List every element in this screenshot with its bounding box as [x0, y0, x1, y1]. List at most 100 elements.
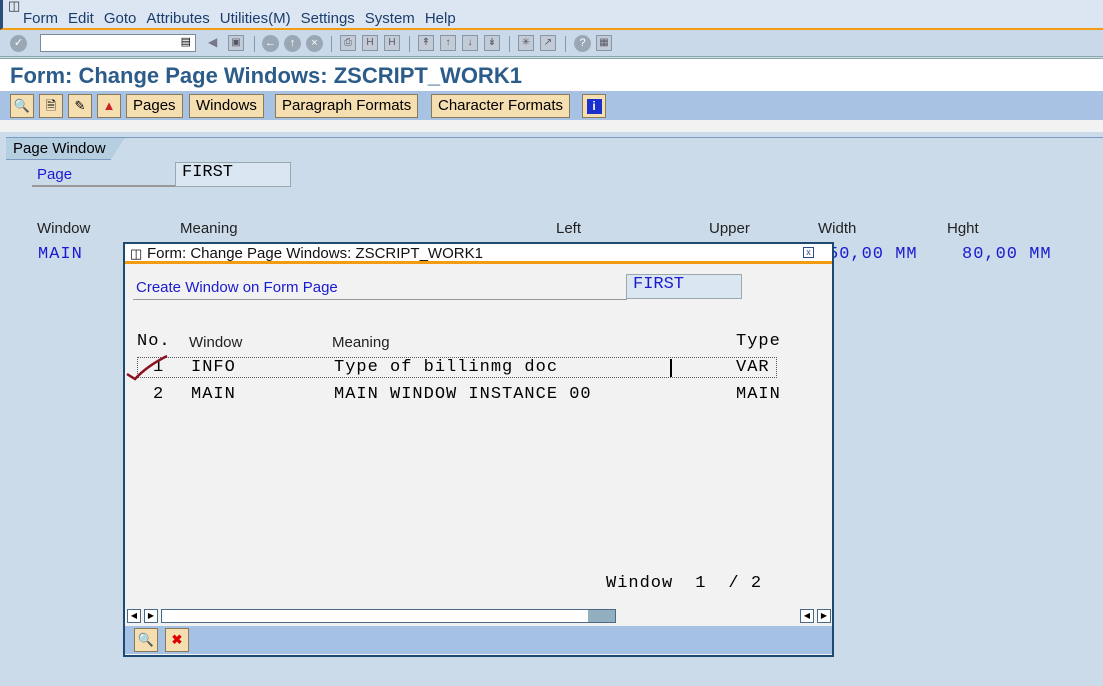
menu-goto[interactable]: Goto — [104, 10, 137, 27]
close-icon: ✖ — [171, 632, 183, 647]
shortcut-icon[interactable]: ↗ — [540, 35, 556, 51]
exit-icon[interactable]: ↑ — [284, 35, 301, 52]
layout-menu-icon[interactable]: ▦ — [596, 35, 612, 51]
edit-button[interactable]: ✎ — [68, 94, 92, 118]
col-window: Window — [37, 220, 91, 237]
magnifier-icon: 🔍 — [137, 632, 155, 647]
menu-help[interactable]: Help — [425, 10, 456, 27]
windows-button[interactable]: Windows — [189, 94, 264, 118]
find-next-icon[interactable]: H — [384, 35, 400, 51]
dialog-title: Form: Change Page Windows: ZSCRIPT_WORK1 — [147, 245, 483, 262]
pager: Window 1 / 2 — [606, 574, 762, 593]
window-icon: ◫ — [130, 246, 143, 261]
row-width[interactable]: 50,00 MM — [832, 245, 918, 264]
divider — [0, 120, 1103, 132]
scroll-right-icon[interactable]: ▶ — [817, 609, 831, 623]
menu-system[interactable]: System — [365, 10, 415, 27]
first-page-icon[interactable]: ↟ — [418, 35, 434, 51]
pager-label: Window — [606, 574, 674, 593]
title-bar: Form: Change Page Windows: ZSCRIPT_WORK1 — [0, 58, 1103, 91]
display-change-button[interactable]: 🔍 — [10, 94, 34, 118]
header-button[interactable]: ▲ — [97, 94, 121, 118]
character-formats-button[interactable]: Character Formats — [431, 94, 571, 118]
cancel-button[interactable]: ✖ — [165, 628, 189, 652]
page-field[interactable]: FIRST — [175, 162, 291, 187]
info-button[interactable]: i — [582, 94, 606, 118]
scroll-left-icon[interactable]: ◀ — [800, 609, 814, 623]
find-icon[interactable]: H — [362, 35, 378, 51]
pager-total: / 2 — [728, 574, 763, 593]
system-menu-icon[interactable]: ◫ — [8, 0, 20, 14]
cancel-icon[interactable]: × — [306, 35, 323, 52]
col-window: Window — [189, 334, 243, 351]
col-width: Width — [818, 220, 857, 237]
paragraph-formats-button[interactable]: Paragraph Formats — [275, 94, 419, 118]
hat-icon: ▲ — [102, 98, 116, 113]
label-underline — [32, 185, 176, 187]
menu-attributes[interactable]: Attributes — [146, 10, 209, 27]
create-window-dialog: ◫ Form: Change Page Windows: ZSCRIPT_WOR… — [123, 242, 834, 657]
magnifier-icon: 🔍 — [13, 98, 31, 113]
text-cursor — [670, 359, 672, 377]
standard-toolbar: ✓ ▤ ◀ ▣ ← ↑ × ⎙ H H ↟ ↑ ↓ ↡ ✳ ↗ ? ▦ — [0, 30, 1103, 57]
separator — [565, 36, 566, 52]
help-icon[interactable]: ? — [574, 35, 591, 52]
dialog-footer-toolbar: 🔍 ✖ — [125, 626, 832, 654]
horizontal-scrollbar[interactable]: ◀ ▶ ◀ ▶ — [125, 608, 832, 624]
row-2-type[interactable]: MAIN — [736, 385, 781, 404]
row-1-type[interactable]: VAR — [736, 358, 770, 377]
col-no: No. — [137, 332, 171, 351]
separator — [409, 36, 410, 52]
scroll-track[interactable] — [161, 609, 616, 623]
menu-edit[interactable]: Edit — [68, 10, 94, 27]
scroll-left-icon[interactable]: ◀ — [127, 609, 141, 623]
pencil-icon: ✎ — [74, 98, 86, 113]
col-height: Hght — [947, 220, 979, 237]
command-history-icon[interactable]: ▤ — [181, 35, 191, 48]
separator — [331, 36, 332, 52]
dialog-page-field: FIRST — [626, 274, 742, 299]
pages-button[interactable]: Pages — [126, 94, 183, 118]
next-page-icon[interactable]: ↓ — [462, 35, 478, 51]
col-upper: Upper — [709, 220, 750, 237]
print-icon[interactable]: ⎙ — [340, 35, 356, 51]
application-toolbar: 🔍 🗎 ✎ ▲ Pages Windows Paragraph Formats … — [0, 91, 1103, 120]
menu-form[interactable]: Form — [23, 10, 58, 27]
row-2-meaning[interactable]: MAIN WINDOW INSTANCE 00 — [334, 385, 592, 404]
last-page-icon[interactable]: ↡ — [484, 35, 500, 51]
menu-utilities[interactable]: Utilities(M) — [220, 10, 291, 27]
scroll-right-icon[interactable]: ▶ — [144, 609, 158, 623]
back-icon[interactable]: ← — [262, 35, 279, 52]
row-1-meaning[interactable]: Type of billinmg doc — [334, 358, 558, 377]
menu-settings[interactable]: Settings — [301, 10, 355, 27]
enter-icon[interactable]: ✓ — [10, 35, 27, 52]
save-icon[interactable]: ▣ — [228, 35, 244, 51]
back-arrow-icon[interactable]: ◀ — [208, 35, 217, 49]
col-type: Type — [736, 332, 781, 351]
command-field[interactable]: ▤ — [40, 34, 196, 52]
menu-bar: ◫ Form Edit Goto Attributes Utilities(M)… — [0, 0, 1103, 30]
create-window-label: Create Window on Form Page — [136, 279, 338, 296]
info-icon: i — [586, 99, 602, 114]
previous-page-icon[interactable]: ↑ — [440, 35, 456, 51]
pager-current: 1 — [695, 574, 707, 593]
col-left: Left — [556, 220, 582, 237]
row-window[interactable]: MAIN — [38, 245, 83, 264]
row-2-no: 2 — [153, 385, 165, 404]
row-1-window[interactable]: INFO — [191, 358, 236, 377]
row-height[interactable]: 80,00 MM — [962, 245, 1052, 264]
close-icon[interactable]: x — [803, 247, 814, 258]
col-meaning: Meaning — [332, 334, 390, 351]
checkmark-annotation-icon — [126, 354, 168, 381]
label-underline — [133, 299, 627, 300]
col-meaning: Meaning — [180, 220, 238, 237]
create-session-icon[interactable]: ✳ — [518, 35, 534, 51]
row-2-window[interactable]: MAIN — [191, 385, 236, 404]
tab-page-window[interactable]: Page Window — [6, 138, 125, 160]
scroll-thumb[interactable] — [162, 610, 588, 622]
dialog-title-bar[interactable]: ◫ Form: Change Page Windows: ZSCRIPT_WOR… — [125, 244, 832, 264]
separator — [254, 36, 255, 52]
continue-button[interactable]: 🔍 — [134, 628, 158, 652]
page-title: Form: Change Page Windows: ZSCRIPT_WORK1 — [10, 63, 522, 88]
document-button[interactable]: 🗎 — [39, 94, 63, 118]
